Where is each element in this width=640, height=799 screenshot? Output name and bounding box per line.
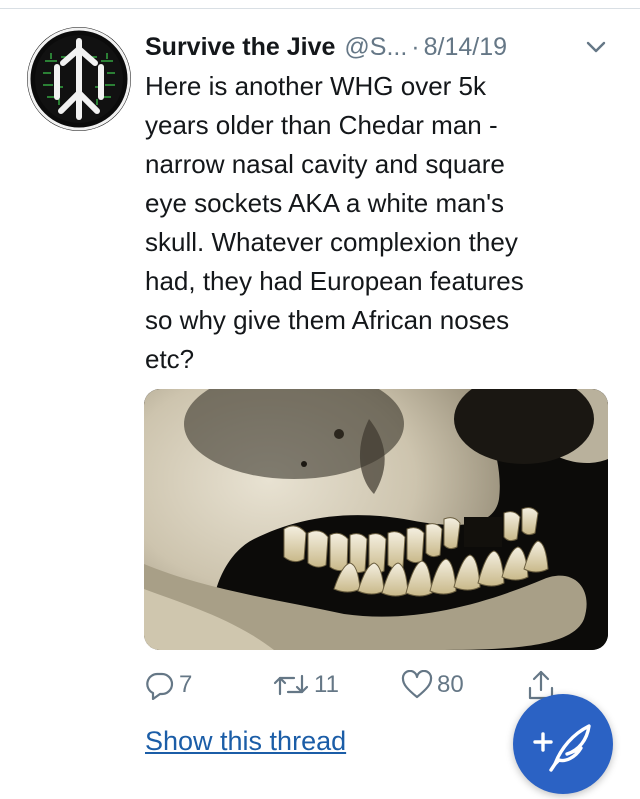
tweet-media-image[interactable]	[144, 389, 608, 650]
retweet-icon	[273, 674, 309, 696]
top-divider	[0, 8, 640, 9]
like-button[interactable]: 80	[401, 665, 464, 705]
author-handle[interactable]: @S...	[344, 30, 407, 64]
retweet-button[interactable]: 11	[272, 665, 339, 705]
author-name[interactable]: Survive the Jive	[145, 30, 335, 64]
reply-button[interactable]: 7	[145, 665, 192, 705]
tweet-text: Here is another WHG over 5k years older …	[145, 71, 524, 374]
show-thread-link[interactable]: Show this thread	[145, 724, 346, 758]
avatar[interactable]	[27, 27, 131, 131]
skull-photo	[144, 389, 608, 650]
compose-feather-icon	[533, 724, 591, 772]
retweet-count: 11	[314, 671, 339, 698]
tweet-header: Survive the Jive @S... · 8/14/19	[145, 30, 625, 64]
heart-icon	[401, 670, 433, 699]
separator: ·	[411, 33, 420, 61]
like-count: 80	[437, 671, 464, 698]
chevron-down-icon[interactable]	[585, 38, 607, 56]
compose-button[interactable]	[513, 694, 613, 794]
reply-count: 7	[179, 671, 193, 698]
tweet-date[interactable]: 8/14/19	[424, 30, 507, 64]
reply-icon	[146, 672, 174, 700]
